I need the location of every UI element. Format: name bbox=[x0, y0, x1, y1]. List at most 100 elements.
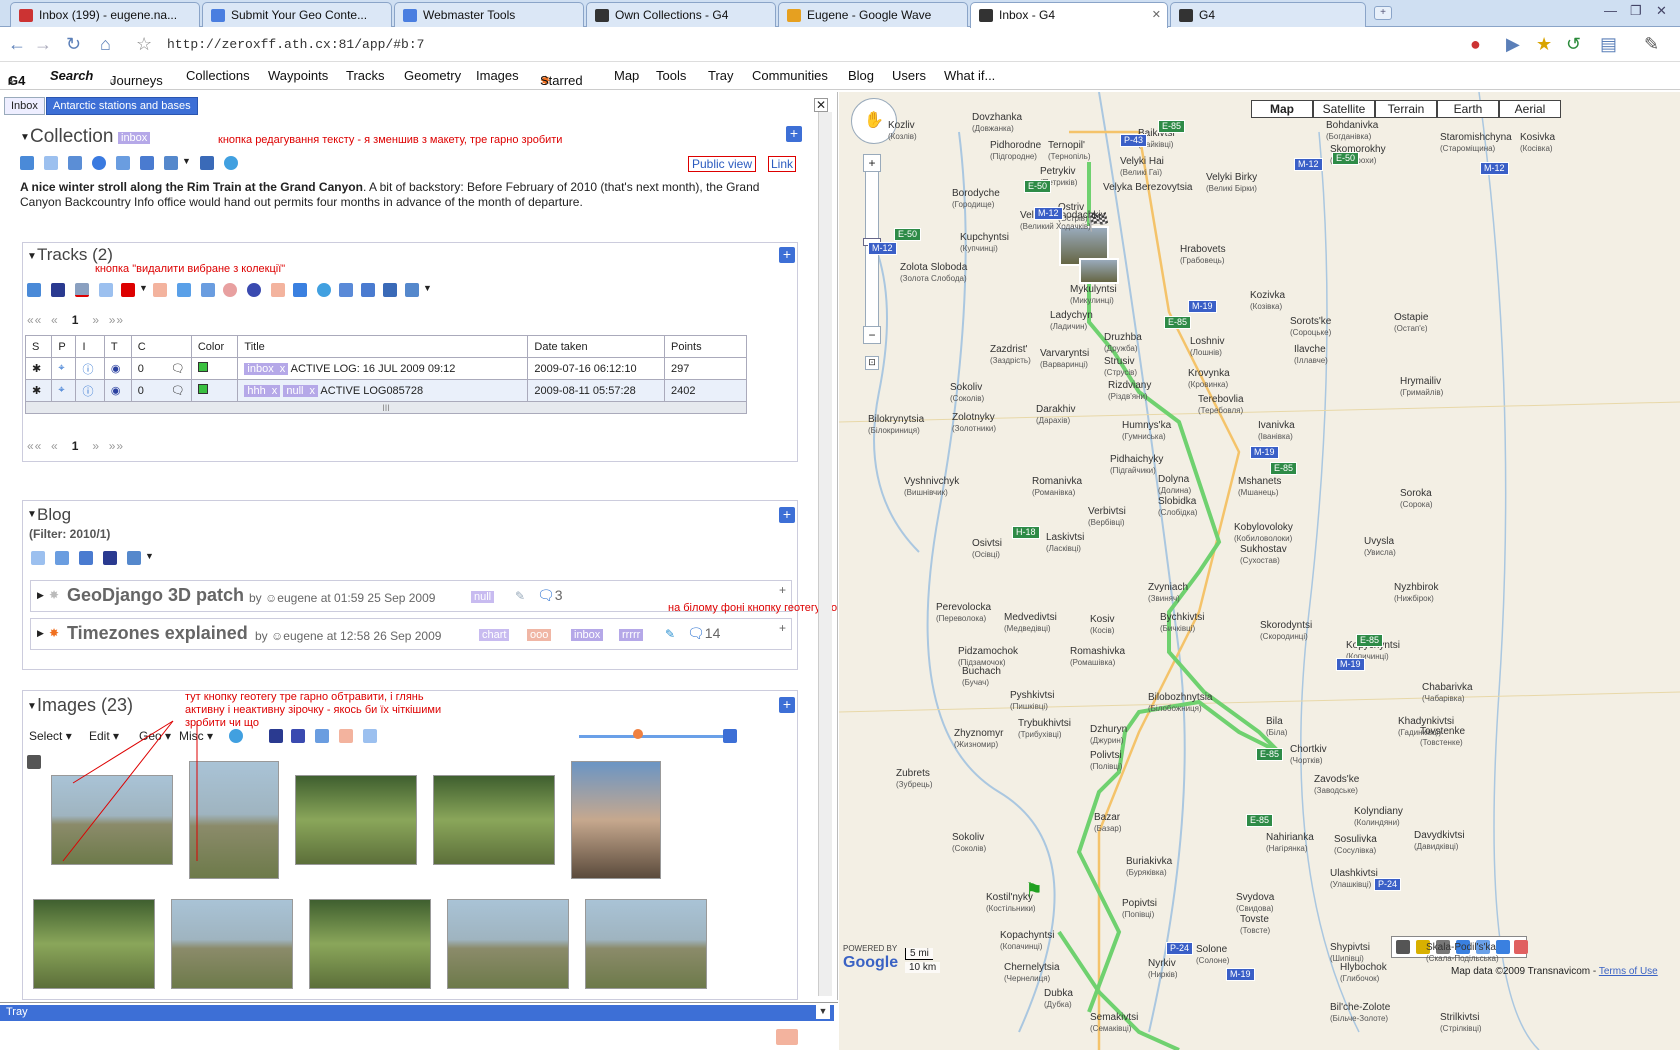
check-icon[interactable] bbox=[177, 283, 191, 297]
col-header[interactable]: I bbox=[75, 335, 105, 358]
forward-icon[interactable]: → bbox=[34, 34, 52, 55]
comment-icon[interactable]: 🗨 bbox=[171, 385, 185, 397]
nav-communities[interactable]: Communities bbox=[752, 68, 828, 83]
upload-icon[interactable] bbox=[55, 551, 69, 565]
remove-from-collection-icon[interactable] bbox=[75, 283, 89, 297]
tag[interactable]: null bbox=[471, 591, 495, 603]
page-menu-icon[interactable]: ▤ bbox=[1600, 34, 1617, 55]
zoom-tool-icon[interactable] bbox=[1396, 940, 1410, 954]
star-icon[interactable] bbox=[44, 156, 58, 170]
delete-icon[interactable] bbox=[153, 283, 167, 297]
star-icon[interactable] bbox=[99, 283, 113, 297]
info-icon[interactable]: ⓘ bbox=[75, 379, 105, 402]
collapse-icon[interactable]: ▼ bbox=[27, 509, 37, 520]
tag[interactable]: inbox bbox=[244, 362, 277, 375]
col-header[interactable]: S bbox=[24, 335, 53, 358]
clear-tray-icon[interactable] bbox=[776, 1029, 798, 1045]
bookmark-star-icon[interactable]: ☆ bbox=[136, 34, 152, 55]
panel-scrollbar[interactable] bbox=[818, 112, 832, 996]
address-bar[interactable]: http://zeroxff.ath.cx:81/app/#b:7 bbox=[158, 33, 1468, 57]
col-header[interactable]: T bbox=[103, 335, 132, 358]
comment-icon[interactable]: 🗨3 bbox=[537, 587, 563, 604]
home-icon[interactable]: ⌂ bbox=[100, 34, 111, 55]
post-title[interactable]: Timezones explained bbox=[67, 623, 248, 644]
post-author[interactable]: eugene bbox=[277, 591, 317, 605]
col-header[interactable]: Color bbox=[190, 335, 239, 358]
wrench-icon[interactable]: ✎ bbox=[1644, 34, 1659, 55]
tag[interactable]: hhh bbox=[244, 384, 269, 397]
target-icon[interactable]: ⌖ bbox=[51, 357, 77, 380]
table-row[interactable]: ✱ ⌖ ⓘ ◉ 0 🗨 inbox x ACTIVE LOG: 16 JUL 20… bbox=[24, 357, 747, 380]
post-title[interactable]: GeoDjango 3D patch bbox=[67, 585, 244, 606]
dropdown-icon[interactable]: ▼ bbox=[139, 283, 148, 293]
eye-icon[interactable]: ◉ bbox=[103, 379, 132, 402]
star-cell[interactable]: ✱ bbox=[24, 379, 53, 402]
nav-blog[interactable]: Blog bbox=[848, 68, 874, 83]
map-type-aerial[interactable]: Aerial bbox=[1499, 100, 1561, 118]
close-panel-icon[interactable]: ✕ bbox=[814, 98, 828, 112]
tag-remove-icon[interactable]: x bbox=[306, 384, 318, 397]
info-icon[interactable]: ⓘ bbox=[75, 357, 105, 380]
reload-icon[interactable]: ↻ bbox=[66, 34, 81, 55]
browser-tab[interactable]: Webmaster Tools bbox=[394, 2, 584, 27]
play-icon[interactable]: ▶ bbox=[1506, 34, 1520, 55]
col-header[interactable]: P bbox=[51, 335, 77, 358]
col-header[interactable]: C bbox=[130, 335, 192, 358]
nav-tracks[interactable]: Tracks bbox=[346, 68, 385, 83]
browser-tab[interactable]: Own Collections - G4 bbox=[586, 2, 776, 27]
new-tab-button[interactable]: + bbox=[1374, 6, 1392, 20]
map-type-map[interactable]: Map bbox=[1251, 100, 1313, 118]
tag-remove-icon[interactable]: x bbox=[276, 362, 289, 375]
dropdown-icon[interactable]: ▼ bbox=[145, 551, 154, 561]
overview-icon[interactable]: ⊡ bbox=[865, 356, 879, 370]
browser-tab[interactable]: Eugene - Google Wave bbox=[778, 2, 968, 27]
tag-remove-icon[interactable]: x bbox=[268, 384, 281, 397]
tag[interactable]: rrrrr bbox=[619, 629, 644, 641]
add-button[interactable]: + bbox=[779, 507, 795, 523]
export-icon[interactable] bbox=[103, 551, 117, 565]
public-view-link[interactable]: Public view bbox=[688, 156, 757, 172]
browser-tab-active[interactable]: Inbox - G4 ✕ bbox=[970, 2, 1168, 28]
minimize-icon[interactable]: — bbox=[1604, 3, 1617, 18]
upload-icon[interactable] bbox=[27, 283, 41, 297]
google-logo[interactable]: Google bbox=[843, 954, 898, 972]
map-photo-marker[interactable] bbox=[1079, 258, 1119, 284]
eye-icon[interactable]: ◉ bbox=[103, 357, 132, 380]
close-window-icon[interactable]: ✕ bbox=[1656, 3, 1667, 19]
tag[interactable]: inbox bbox=[571, 629, 604, 641]
nav-users[interactable]: Users bbox=[892, 68, 926, 83]
tag[interactable]: chart bbox=[479, 629, 510, 641]
geotag-icon[interactable]: ✎ bbox=[515, 589, 525, 603]
expand-icon[interactable]: ▶ bbox=[37, 590, 44, 601]
browser-tab[interactable]: Submit Your Geo Conte... bbox=[202, 2, 392, 27]
add-icon[interactable]: + bbox=[779, 583, 786, 597]
export-icon[interactable] bbox=[51, 283, 65, 297]
pin-icon[interactable] bbox=[317, 283, 331, 297]
tag[interactable]: null bbox=[283, 384, 307, 397]
target-icon[interactable]: ⌖ bbox=[51, 379, 77, 402]
table-row[interactable]: ✱ ⌖ ⓘ ◉ 0 🗨 hhh x null x ACTIVE LOG085728 … bbox=[24, 379, 747, 402]
color-swatch[interactable] bbox=[190, 379, 239, 402]
export-icon[interactable] bbox=[383, 283, 397, 297]
zoom-in-icon[interactable]: + bbox=[863, 154, 881, 172]
columns-icon[interactable] bbox=[339, 283, 353, 297]
star-icon[interactable] bbox=[31, 551, 45, 565]
col-header[interactable]: Points bbox=[664, 335, 747, 358]
collapse-icon[interactable]: ▼ bbox=[20, 132, 30, 143]
post-author[interactable]: eugene bbox=[283, 629, 323, 643]
target-icon[interactable] bbox=[92, 156, 106, 170]
pin-icon[interactable] bbox=[224, 156, 238, 170]
track-title[interactable]: ACTIVE LOG: 16 JUL 2009 09:12 bbox=[291, 363, 456, 375]
tray-header[interactable]: Tray ▼ bbox=[0, 1005, 834, 1021]
nav-tools[interactable]: Tools bbox=[656, 68, 686, 83]
clear-icon[interactable] bbox=[1514, 940, 1528, 954]
tab-inbox[interactable]: Inbox bbox=[4, 97, 45, 115]
nav-waypoints[interactable]: Waypoints bbox=[268, 68, 328, 83]
dropdown-icon[interactable]: ▼ bbox=[182, 156, 191, 166]
list-icon[interactable] bbox=[140, 156, 154, 170]
map-icon[interactable] bbox=[20, 156, 34, 170]
nav-tray[interactable]: Tray bbox=[708, 68, 734, 83]
star-icon[interactable]: ★ bbox=[1536, 34, 1552, 55]
star-icon[interactable]: ✸ bbox=[49, 588, 59, 602]
eye-icon[interactable] bbox=[247, 283, 261, 297]
